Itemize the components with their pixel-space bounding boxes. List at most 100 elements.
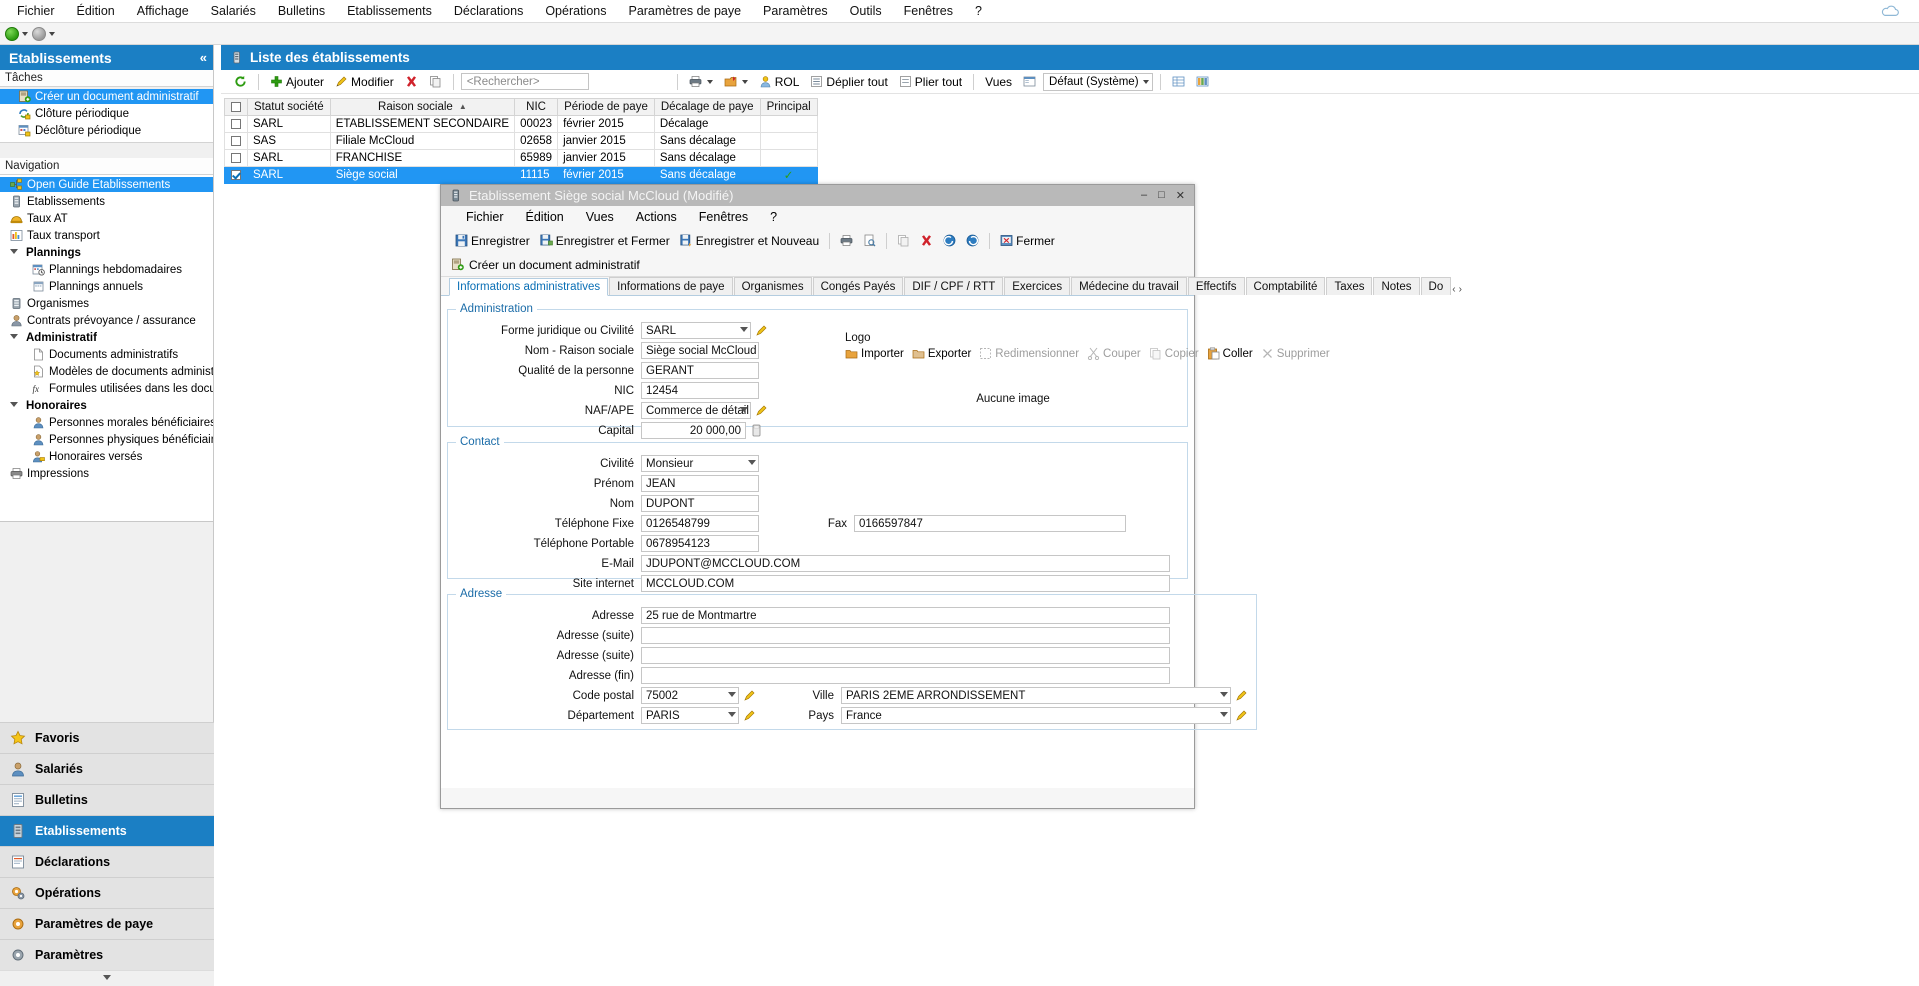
- logo-paste-button[interactable]: Coller: [1207, 347, 1253, 360]
- logo-export-button[interactable]: Exporter: [912, 347, 971, 360]
- nav-plannings-hebdomadaires[interactable]: Plannings hebdomadaires: [0, 262, 213, 277]
- nav-plannings-annuels[interactable]: Plannings annuels: [0, 279, 213, 294]
- cloud-icon[interactable]: [1879, 4, 1901, 18]
- chevron-down-icon[interactable]: [748, 460, 756, 465]
- dialog-print-button[interactable]: [836, 232, 857, 249]
- row-checkbox-cell[interactable]: [224, 149, 248, 167]
- nav-formules-documents[interactable]: fx Formules utilisées dans les documents…: [0, 381, 214, 396]
- save-and-close-button[interactable]: Enregistrer et Fermer: [536, 232, 674, 250]
- email-input[interactable]: JDUPONT@MCCLOUD.COM: [641, 555, 1170, 572]
- forme-juridique-input[interactable]: SARL: [641, 322, 751, 339]
- menu-fenetres[interactable]: Fenêtres: [893, 1, 964, 21]
- nav-documents-administratifs[interactable]: Documents administratifs: [0, 347, 213, 362]
- tab-notes[interactable]: Notes: [1373, 277, 1420, 295]
- adresse-input[interactable]: 25 rue de Montmartre: [641, 607, 1170, 624]
- save-button[interactable]: Enregistrer: [451, 232, 534, 250]
- row-checkbox[interactable]: [231, 118, 241, 129]
- sidebar-item-bulletins[interactable]: Bulletins: [0, 784, 214, 815]
- refresh-button[interactable]: [230, 73, 251, 90]
- chevron-down-icon[interactable]: [740, 407, 748, 412]
- search-input[interactable]: <Rechercher>: [460, 73, 589, 90]
- table-row[interactable]: SAS Filiale McCloud 02658 janvier 2015 S…: [224, 132, 818, 150]
- edit-pencil-icon[interactable]: [755, 404, 768, 417]
- menu-etablissements[interactable]: Etablissements: [336, 1, 443, 21]
- edit-pencil-icon[interactable]: [743, 689, 756, 702]
- ville-input[interactable]: PARIS 2EME ARRONDISSEMENT: [841, 687, 1231, 704]
- adresse-suite-2-input[interactable]: [641, 647, 1170, 664]
- minimize-button[interactable]: –: [1141, 189, 1147, 202]
- next-record-button[interactable]: [962, 232, 983, 249]
- nav-open-guide-etablissements[interactable]: Open Guide Etablissements: [0, 177, 213, 192]
- dialog-menu-vues[interactable]: Vues: [575, 208, 625, 226]
- table-row[interactable]: SARL FRANCHISE 65989 janvier 2015 Sans d…: [224, 149, 818, 167]
- sidebar-item-salaries[interactable]: Salariés: [0, 753, 214, 784]
- chevron-down-icon[interactable]: [1220, 692, 1228, 697]
- add-button[interactable]: Ajouter: [266, 73, 328, 91]
- dialog-menu-help[interactable]: ?: [759, 208, 788, 226]
- nav-honoraires-verses[interactable]: Honoraires versés: [0, 449, 213, 464]
- column-decalage-de-paye[interactable]: Décalage de paye: [653, 98, 761, 116]
- dialog-action-label[interactable]: Créer un document administratif: [469, 258, 640, 272]
- fax-input[interactable]: 0166597847: [854, 515, 1126, 532]
- tab-informations-de-paye[interactable]: Informations de paye: [609, 277, 733, 295]
- rol-button[interactable]: ROL: [755, 73, 804, 91]
- telephone-fixe-input[interactable]: 0126548799: [641, 515, 759, 532]
- chevron-down-icon[interactable]: [728, 712, 736, 717]
- chevron-down-icon[interactable]: [740, 327, 748, 332]
- nav-impressions[interactable]: Impressions: [0, 466, 213, 481]
- pays-input[interactable]: France: [841, 707, 1231, 724]
- delete-button[interactable]: [401, 73, 422, 90]
- table-row[interactable]: SARL ETABLISSEMENT SECONDAIRE 00023 févr…: [224, 115, 818, 133]
- tab-conges-payes[interactable]: Congés Payés: [812, 277, 904, 295]
- new-record-button[interactable]: [5, 26, 28, 41]
- column-periode-de-paye[interactable]: Période de paye: [557, 98, 655, 116]
- sidebar-item-operations[interactable]: Opérations: [0, 877, 214, 908]
- column-statut-societe[interactable]: Statut société: [247, 98, 331, 116]
- nav-group-plannings[interactable]: Plannings: [0, 245, 213, 260]
- sidebar-item-etablissements[interactable]: Etablissements: [0, 815, 214, 846]
- nom-input[interactable]: DUPONT: [641, 495, 759, 512]
- grid-settings-button[interactable]: [1168, 73, 1189, 90]
- dialog-delete-button[interactable]: [916, 232, 937, 249]
- dialog-menu-fichier[interactable]: Fichier: [455, 208, 515, 226]
- nav-taux-transport[interactable]: Taux transport: [0, 228, 213, 243]
- code-postal-input[interactable]: 75002: [641, 687, 739, 704]
- task-decloture-periodique[interactable]: Déclôture périodique: [0, 123, 213, 138]
- menu-bulletins[interactable]: Bulletins: [267, 1, 336, 21]
- row-checkbox-cell[interactable]: [224, 166, 248, 184]
- dialog-menu-edition[interactable]: Édition: [515, 208, 575, 226]
- copy-button[interactable]: [425, 73, 446, 90]
- nav-contrats-prevoyance-assurance[interactable]: Contrats prévoyance / assurance: [0, 313, 213, 328]
- view-select[interactable]: Défaut (Système): [1043, 72, 1154, 91]
- expand-all-button[interactable]: Déplier tout: [806, 73, 891, 91]
- export-button[interactable]: [720, 73, 752, 90]
- menu-salaries[interactable]: Salariés: [200, 1, 267, 21]
- nav-etablissements[interactable]: Etablissements: [0, 194, 213, 209]
- previous-record-button[interactable]: [939, 232, 960, 249]
- dialog-menu-actions[interactable]: Actions: [625, 208, 688, 226]
- adresse-fin-input[interactable]: [641, 667, 1170, 684]
- dialog-titlebar[interactable]: Etablissement Siège social McCloud (Modi…: [441, 185, 1194, 206]
- row-checkbox-cell[interactable]: [224, 115, 248, 133]
- menu-fichier[interactable]: Fichier: [6, 1, 66, 21]
- tab-taxes[interactable]: Taxes: [1326, 277, 1373, 295]
- departement-input[interactable]: PARIS: [641, 707, 739, 724]
- menu-declarations[interactable]: Déclarations: [443, 1, 534, 21]
- table-row-selected[interactable]: SARL Siège social 11115 février 2015 San…: [224, 166, 818, 184]
- tab-documents[interactable]: Do: [1420, 277, 1452, 295]
- edit-pencil-icon[interactable]: [743, 709, 756, 722]
- qualite-personne-input[interactable]: GERANT: [641, 362, 759, 379]
- tab-exercices[interactable]: Exercices: [1004, 277, 1071, 295]
- nav-modeles-documents-administratifs[interactable]: Modèles de documents administratifs: [0, 364, 213, 379]
- tab-scroll-left-icon[interactable]: ‹: [1452, 284, 1455, 295]
- prenom-input[interactable]: JEAN: [641, 475, 759, 492]
- menu-parametres-de-paye[interactable]: Paramètres de paye: [617, 1, 752, 21]
- row-checkbox-checked[interactable]: [231, 169, 241, 180]
- chevron-down-icon[interactable]: [1220, 712, 1228, 717]
- nav-organismes[interactable]: Organismes: [0, 296, 213, 311]
- menu-outils[interactable]: Outils: [839, 1, 893, 21]
- column-raison-sociale[interactable]: Raison sociale ▲: [329, 98, 516, 116]
- sidebar-scroll-down[interactable]: [0, 970, 214, 986]
- tab-medecine-du-travail[interactable]: Médecine du travail: [1071, 277, 1187, 295]
- column-principal[interactable]: Principal: [759, 98, 818, 116]
